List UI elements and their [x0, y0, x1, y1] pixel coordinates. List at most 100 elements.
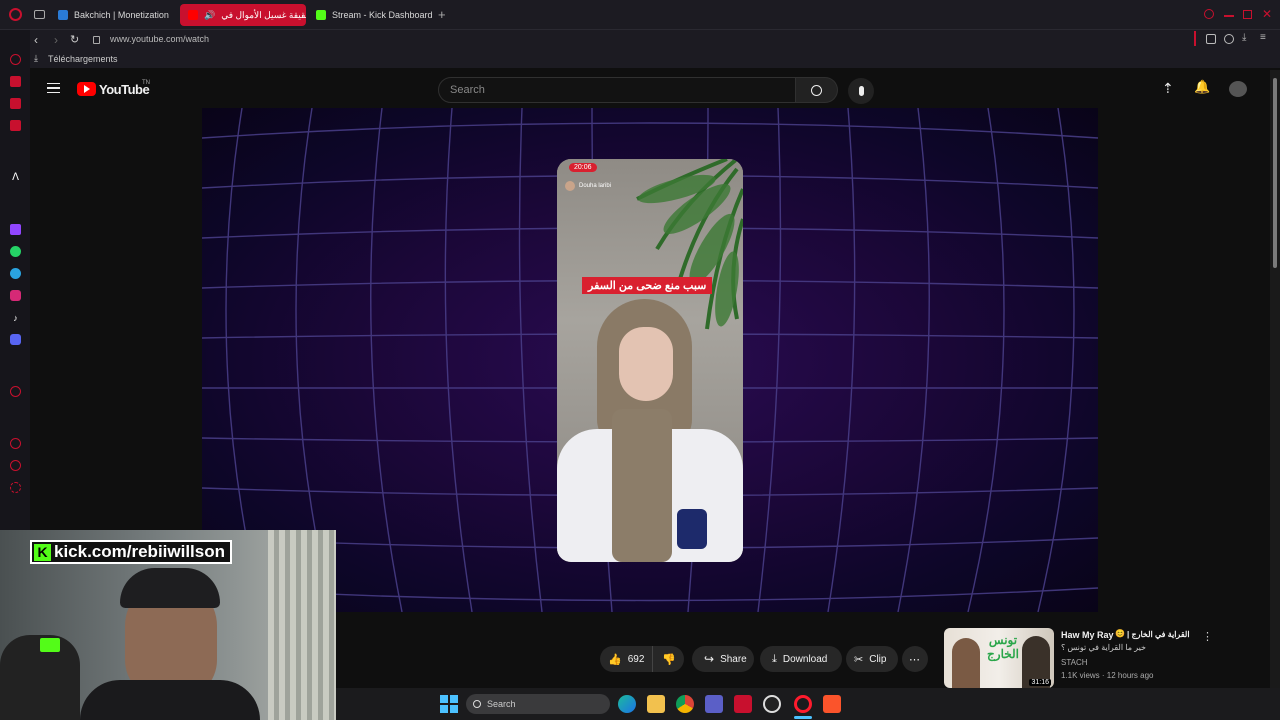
green-led [40, 638, 60, 652]
taskbar-search-icon [473, 700, 481, 708]
suggestion-title-en[interactable]: Haw My Ray [1061, 630, 1114, 640]
bookmark-downloads[interactable]: Téléchargements [48, 54, 118, 64]
suggestion-more-icon[interactable]: ⋮ [1202, 630, 1213, 643]
opera-ai-icon[interactable] [10, 54, 21, 65]
download-bookmark-icon: ⤓ [34, 53, 38, 63]
taskbar-search[interactable]: Search [466, 694, 610, 714]
suggestion-thumbnail[interactable]: تونس الخارج 31:16 [944, 628, 1054, 688]
tab-manager-icon[interactable] [34, 10, 45, 19]
back-icon[interactable]: ‹ [34, 33, 38, 47]
search-placeholder: Search [450, 84, 485, 96]
instagram-icon[interactable] [10, 290, 21, 301]
brave-icon[interactable] [823, 695, 841, 713]
upload-icon[interactable]: ⇡ [1162, 80, 1174, 97]
scarf-shape [612, 409, 672, 562]
toolbar-accent [1194, 31, 1196, 46]
file-explorer-icon[interactable] [647, 695, 665, 713]
extensions-icon[interactable] [1206, 34, 1216, 44]
profile-icon[interactable] [1224, 34, 1234, 44]
tiktok-icon[interactable]: ♪ [10, 312, 21, 323]
more-horizontal-icon: ⋯ [909, 653, 920, 666]
obs-icon[interactable] [763, 695, 781, 713]
menu-icon[interactable]: ≡ [1260, 32, 1266, 43]
chrome-icon[interactable] [676, 695, 694, 713]
download-button[interactable]: ⤓ Download [760, 646, 842, 672]
player-icon[interactable] [10, 386, 21, 397]
more-actions-button[interactable]: ⋯ [902, 646, 928, 672]
url-field[interactable]: www.youtube.com/watch [110, 34, 209, 44]
page-scrollbar[interactable] [1270, 70, 1280, 688]
minimize-icon[interactable] [1224, 15, 1234, 17]
clip-button[interactable]: ✂ Clip [846, 646, 898, 672]
discord-icon[interactable] [10, 334, 21, 345]
youtube-logo-icon[interactable] [77, 82, 96, 96]
forward-icon[interactable]: › [54, 33, 58, 47]
tab-search-icon[interactable] [1204, 9, 1214, 19]
download-icon: ⤓ [772, 652, 777, 665]
search-input[interactable]: Search [438, 77, 796, 103]
duration-badge: 31:16 [1029, 679, 1051, 686]
thumbs-down-icon: 👎 [662, 653, 676, 666]
microphone-icon [858, 86, 864, 96]
kick-favicon-icon [316, 10, 326, 20]
clip-label: Clip [869, 653, 887, 665]
avatar[interactable] [1229, 81, 1247, 97]
kick-logo-icon: K [34, 543, 51, 561]
edge-icon[interactable] [618, 695, 636, 713]
suggestion-title-ar[interactable]: القراية في الخارج | [1127, 630, 1190, 639]
chat-icon[interactable] [10, 460, 21, 471]
opera-taskbar-icon[interactable] [794, 695, 812, 713]
voice-search-button[interactable] [848, 78, 874, 104]
history-icon[interactable] [10, 438, 21, 449]
share-button[interactable]: ↪ Share [692, 646, 754, 672]
download-toolbar-icon[interactable]: ⤓ [1242, 32, 1246, 43]
search-icon [811, 84, 822, 96]
notifications-bell-icon[interactable]: 🔔 [1194, 79, 1210, 95]
suggestion-channel: STACH [1061, 658, 1088, 667]
telegram-icon[interactable] [10, 268, 21, 279]
dislike-button[interactable]: 👎 [652, 646, 684, 672]
thumbnail-person-left [952, 638, 980, 688]
music-icon[interactable] [10, 120, 21, 131]
scrollbar-thumb[interactable] [1273, 78, 1277, 268]
suggestion-stats: 1.1K views · 12 hours ago [1061, 671, 1154, 680]
thumbnail-text: تونس الخارج [987, 633, 1019, 661]
new-tab-icon[interactable]: + [438, 7, 446, 22]
like-button[interactable]: 👍 692 [600, 646, 652, 672]
tab-bakchich[interactable]: Bakchich | Monetization [50, 4, 176, 26]
close-window-icon[interactable]: ✕ [1262, 7, 1272, 21]
lock-icon [93, 36, 100, 44]
tab-kick-dashboard[interactable]: Stream - Kick Dashboard [308, 4, 434, 26]
share-label: Share [720, 653, 747, 665]
streamer-body [80, 680, 260, 720]
twitch-icon[interactable] [10, 224, 21, 235]
speaker-icon[interactable]: 🔊 [204, 10, 215, 21]
bakchich-favicon-icon [58, 10, 68, 20]
streamer-cap [120, 568, 220, 608]
video-caption: سبب منع ضحى من السفر [582, 277, 713, 294]
kick-url-badge: K kick.com/rebiiwillson [30, 540, 233, 564]
settings-icon[interactable] [10, 482, 21, 493]
tab-label: Stream - Kick Dashboard [332, 10, 433, 20]
tab-youtube-video[interactable]: 🔊 حقيقة غسيل الأموال في [180, 4, 306, 26]
bookmarks-bar: ⤓ Téléchargements [0, 52, 1280, 68]
hamburger-menu-icon[interactable] [47, 83, 60, 93]
youtube-header: YouTube TN Search ⇡ 🔔 [30, 70, 1270, 108]
messenger-icon[interactable] [10, 98, 21, 109]
whatsapp-icon[interactable] [10, 246, 21, 257]
share-icon: ↪ [704, 652, 715, 666]
tab-label: حقيقة غسيل الأموال في [221, 9, 306, 20]
suggested-video[interactable]: تونس الخارج 31:16 Haw My Ray 😊 القراية ف… [944, 628, 1264, 688]
streamer-app-icon[interactable] [734, 695, 752, 713]
aria-icon[interactable]: ᐱ [10, 172, 21, 183]
maximize-icon[interactable] [1243, 10, 1252, 19]
windows-start-icon[interactable] [440, 695, 458, 713]
shopping-icon[interactable] [10, 76, 21, 87]
taskbar-search-label: Search [487, 699, 516, 709]
vertical-video-frame: 20:06 Douha laribi سبب منع ضحى من السفر [557, 159, 743, 562]
opera-logo-icon[interactable] [9, 8, 22, 21]
kick-url-text: kick.com/rebiiwillson [54, 542, 226, 561]
reload-icon[interactable]: ↻ [70, 33, 79, 46]
search-button[interactable] [796, 77, 838, 103]
teams-icon[interactable] [705, 695, 723, 713]
